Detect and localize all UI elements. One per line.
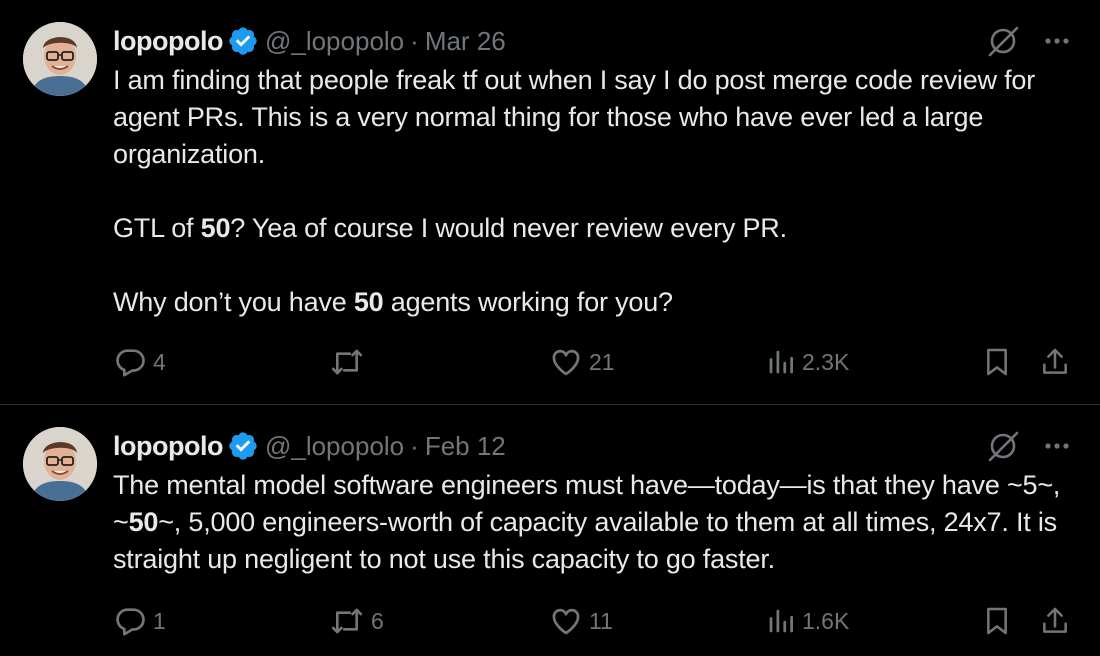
heart-icon [549, 604, 583, 638]
views-button[interactable]: 1.6K [766, 603, 849, 639]
tweet-date[interactable]: Feb 12 [425, 431, 506, 462]
views-count: 1.6K [802, 607, 850, 634]
like-count: 11 [589, 607, 613, 634]
tweet-header: lopopolo @_lopopolo · Mar 26 [113, 24, 506, 58]
reply-count: 1 [153, 607, 166, 634]
reply-count: 4 [153, 348, 166, 375]
action-bar: 4 21 2.3K [113, 344, 1073, 380]
more-dots-icon[interactable] [1042, 431, 1072, 461]
avatar[interactable] [23, 427, 97, 501]
repost-button[interactable]: 6 [329, 603, 384, 639]
tweet-paragraph: GTL of 50? Yea of course I would never r… [113, 213, 787, 243]
more-dots-icon[interactable] [1042, 26, 1072, 56]
tweet-header: lopopolo @_lopopolo · Feb 12 [113, 429, 506, 463]
heart-icon [549, 345, 583, 379]
tweet-text: The mental model software engineers must… [113, 467, 1088, 578]
like-count: 21 [589, 348, 615, 375]
reply-button[interactable]: 4 [113, 344, 166, 380]
reply-bubble-icon [113, 345, 147, 379]
repost-button[interactable] [329, 344, 371, 380]
like-button[interactable]: 21 [549, 344, 615, 380]
share-upload-icon [1039, 604, 1071, 638]
reply-button[interactable]: 1 [113, 603, 166, 639]
tweet-paragraph: Why don’t you have 50 agents working for… [113, 287, 673, 317]
grok-icon[interactable] [986, 24, 1020, 58]
handle[interactable]: @_lopopolo [265, 26, 404, 57]
views-bar-icon [766, 606, 796, 636]
tweet-paragraph: I am finding that people freak tf out wh… [113, 65, 1036, 169]
grok-icon[interactable] [986, 429, 1020, 463]
bookmark-icon [981, 604, 1013, 638]
reply-bubble-icon [113, 604, 147, 638]
repost-icon [329, 604, 365, 638]
repost-icon [329, 345, 365, 379]
action-bar: 1 6 11 1.6K [113, 603, 1073, 639]
verified-badge-icon[interactable] [227, 25, 259, 57]
share-button[interactable] [1039, 344, 1071, 380]
repost-count: 6 [371, 607, 384, 634]
separator-dot: · [410, 430, 419, 461]
like-button[interactable]: 11 [549, 603, 613, 639]
separator-dot: · [410, 25, 419, 56]
tweet-paragraph: The mental model software engineers must… [113, 470, 1061, 574]
tweet-date[interactable]: Mar 26 [425, 26, 506, 57]
share-button[interactable] [1039, 603, 1071, 639]
tweet[interactable]: lopopolo @_lopopolo · Feb 12 The mental … [0, 405, 1100, 656]
avatar[interactable] [23, 22, 97, 96]
tweet[interactable]: lopopolo @_lopopolo · Mar 26 I am findin… [0, 0, 1100, 404]
tweet-text: I am finding that people freak tf out wh… [113, 62, 1088, 321]
bookmark-button[interactable] [981, 603, 1013, 639]
handle[interactable]: @_lopopolo [265, 431, 404, 462]
verified-badge-icon[interactable] [227, 430, 259, 462]
display-name[interactable]: lopopolo [113, 431, 223, 462]
display-name[interactable]: lopopolo [113, 26, 223, 57]
views-bar-icon [766, 347, 796, 377]
views-button[interactable]: 2.3K [766, 344, 849, 380]
bookmark-icon [981, 345, 1013, 379]
views-count: 2.3K [802, 348, 850, 375]
share-upload-icon [1039, 345, 1071, 379]
bookmark-button[interactable] [981, 344, 1013, 380]
